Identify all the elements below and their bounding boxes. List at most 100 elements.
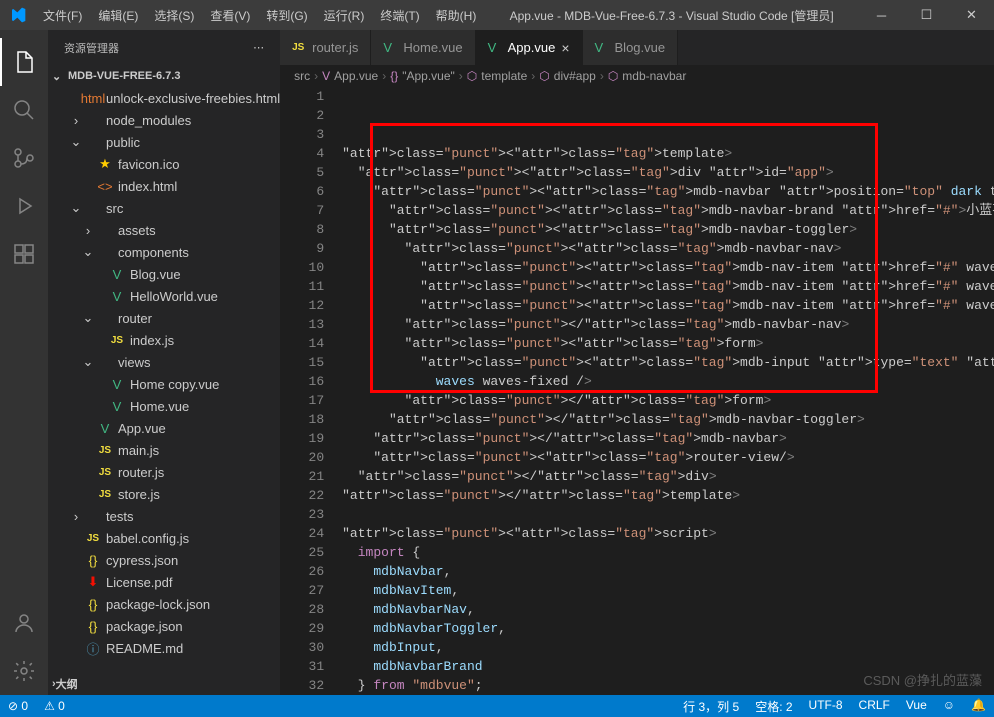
status-feedback-icon[interactable]: ☺ (935, 698, 963, 715)
tree-row[interactable]: ⌄router (48, 307, 280, 329)
tree-row[interactable]: ›node_modules (48, 109, 280, 131)
menu-item[interactable]: 转到(G) (258, 7, 315, 24)
tree-row[interactable]: ⓘREADME.md (48, 637, 280, 659)
menu-item[interactable]: 运行(R) (316, 7, 373, 24)
menu-item[interactable]: 终端(T) (372, 7, 427, 24)
tree-row[interactable]: ⌄components (48, 241, 280, 263)
tree-row[interactable]: {}package.json (48, 615, 280, 637)
tree-row[interactable]: VBlog.vue (48, 263, 280, 285)
status-spaces[interactable]: 空格: 2 (747, 698, 800, 715)
tree-row[interactable]: ›tests (48, 505, 280, 527)
close-icon[interactable]: × (561, 40, 569, 56)
project-header[interactable]: ⌄ MDB-VUE-FREE-6.7.3 (48, 65, 280, 87)
maximize-button[interactable]: ☐ (904, 0, 949, 30)
code-line[interactable]: "attr">class="punct"></"attr">class="tag… (342, 391, 994, 410)
source-control-icon[interactable] (0, 134, 48, 182)
more-icon[interactable]: ⋯ (253, 41, 264, 54)
code-line[interactable]: "attr">class="punct"><"attr">class="tag"… (342, 239, 994, 258)
tree-row[interactable]: VHome copy.vue (48, 373, 280, 395)
code-line[interactable]: "attr">class="punct"><"attr">class="tag"… (342, 201, 994, 220)
breadcrumb-item[interactable]: src (294, 69, 310, 83)
code-line[interactable]: import { (342, 543, 994, 562)
breadcrumb-item[interactable]: "App.vue" (402, 69, 455, 83)
code-line[interactable]: "attr">class="punct"><"attr">class="tag"… (342, 182, 994, 201)
tree-row[interactable]: JSmain.js (48, 439, 280, 461)
menu-item[interactable]: 文件(F) (35, 7, 90, 24)
breadcrumb-item[interactable]: App.vue (334, 69, 378, 83)
tree-row[interactable]: ⌄views (48, 351, 280, 373)
outline-header[interactable]: › 大纲 (48, 673, 280, 695)
code-line[interactable]: "attr">class="punct"><"attr">class="tag"… (342, 144, 994, 163)
status-errors[interactable]: ⊘ 0 (0, 699, 36, 713)
chevron-right-icon: › (68, 509, 84, 524)
status-cursor-pos[interactable]: 行 3，列 5 (675, 698, 747, 715)
code-line[interactable]: "attr">class="punct"><"attr">class="tag"… (342, 296, 994, 315)
search-icon[interactable] (0, 86, 48, 134)
menu-item[interactable]: 选择(S) (146, 7, 202, 24)
code-line[interactable]: "attr">class="punct"><"attr">class="tag"… (342, 163, 994, 182)
tree-row[interactable]: JSbabel.config.js (48, 527, 280, 549)
code-line[interactable]: "attr">class="punct"><"attr">class="tag"… (342, 258, 994, 277)
code-line[interactable] (342, 505, 994, 524)
code-line[interactable]: "attr">class="punct"><"attr">class="tag"… (342, 524, 994, 543)
code-line[interactable]: "attr">class="punct"></"attr">class="tag… (342, 429, 994, 448)
status-encoding[interactable]: UTF-8 (801, 698, 851, 715)
tree-row[interactable]: JSrouter.js (48, 461, 280, 483)
code-line[interactable]: mdbNavbarNav, (342, 600, 994, 619)
menu-item[interactable]: 查看(V) (202, 7, 258, 24)
breadcrumb-item[interactable]: template (481, 69, 527, 83)
debug-icon[interactable] (0, 182, 48, 230)
code-line[interactable]: "attr">class="punct"></"attr">class="tag… (342, 467, 994, 486)
code-line[interactable]: mdbNavbar, (342, 562, 994, 581)
code-line[interactable]: "attr">class="punct"></"attr">class="tag… (342, 410, 994, 429)
breadcrumb[interactable]: src›VApp.vue›{}"App.vue"›⬡template›⬡div#… (280, 65, 994, 87)
code-line[interactable]: mdbInput, (342, 638, 994, 657)
breadcrumb-item[interactable]: div#app (554, 69, 596, 83)
editor-tab[interactable]: JSrouter.js (280, 30, 371, 65)
code-line[interactable]: "attr">class="punct"><"attr">class="tag"… (342, 220, 994, 239)
tree-row[interactable]: {}package-lock.json (48, 593, 280, 615)
tree-row[interactable]: <>index.html (48, 175, 280, 197)
tree-row[interactable]: VHelloWorld.vue (48, 285, 280, 307)
menu-item[interactable]: 帮助(H) (428, 7, 485, 24)
code-line[interactable]: mdbNavItem, (342, 581, 994, 600)
code-line[interactable]: "attr">class="punct"></"attr">class="tag… (342, 315, 994, 334)
tree-row[interactable]: ⌄public (48, 131, 280, 153)
tree-row[interactable]: JSstore.js (48, 483, 280, 505)
code-line[interactable]: mdbNavbarToggler, (342, 619, 994, 638)
tree-row[interactable]: VHome.vue (48, 395, 280, 417)
code-line[interactable]: waves waves-fixed /> (342, 372, 994, 391)
code-line[interactable]: "attr">class="punct"><"attr">class="tag"… (342, 334, 994, 353)
breadcrumb-item[interactable]: mdb-navbar (622, 69, 686, 83)
menu-item[interactable]: 编辑(E) (90, 7, 146, 24)
status-eol[interactable]: CRLF (851, 698, 898, 715)
close-button[interactable]: ✕ (949, 0, 994, 30)
editor-tab[interactable]: VHome.vue (371, 30, 475, 65)
tree-row[interactable]: {}cypress.json (48, 549, 280, 571)
editor-body[interactable]: 1234567891011121314151617181920212223242… (280, 87, 994, 695)
tree-row[interactable]: ⬇License.pdf (48, 571, 280, 593)
tree-row[interactable]: ›assets (48, 219, 280, 241)
extensions-icon[interactable] (0, 230, 48, 278)
editor-tab[interactable]: VBlog.vue (583, 30, 679, 65)
status-warnings[interactable]: ⚠ 0 (36, 699, 73, 713)
status-bell-icon[interactable]: 🔔 (963, 698, 994, 715)
explorer-icon[interactable] (0, 38, 48, 86)
code-line[interactable]: "attr">class="punct"><"attr">class="tag"… (342, 353, 994, 372)
minimize-button[interactable]: ─ (859, 0, 904, 30)
editor-tab[interactable]: VApp.vue× (476, 30, 583, 65)
code-line[interactable]: "attr">class="punct"><"attr">class="tag"… (342, 277, 994, 296)
tree-row[interactable]: ★favicon.ico (48, 153, 280, 175)
tree-row[interactable]: JSindex.js (48, 329, 280, 351)
chevron-right-icon: › (531, 69, 535, 83)
code-line[interactable]: "attr">class="punct"></"attr">class="tag… (342, 486, 994, 505)
file-icon: ⬇ (84, 574, 102, 590)
code-content[interactable]: "attr">class="punct"><"attr">class="tag"… (342, 87, 994, 695)
tree-row[interactable]: VApp.vue (48, 417, 280, 439)
account-icon[interactable] (0, 599, 48, 647)
status-language[interactable]: Vue (898, 698, 935, 715)
tree-row[interactable]: htmlunlock-exclusive-freebies.html (48, 87, 280, 109)
code-line[interactable]: "attr">class="punct"><"attr">class="tag"… (342, 448, 994, 467)
tree-row[interactable]: ⌄src (48, 197, 280, 219)
settings-icon[interactable] (0, 647, 48, 695)
